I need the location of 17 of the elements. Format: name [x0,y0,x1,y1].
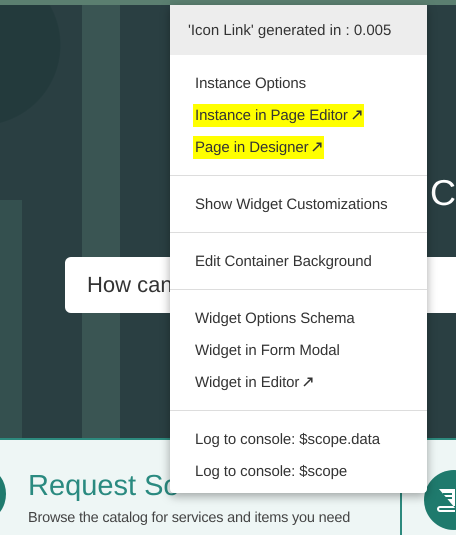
menu-item[interactable]: Instance Options [193,72,308,94]
menu-item[interactable]: Log to console: $scope [193,460,350,482]
arrow-icon [303,377,314,387]
menu-item[interactable]: Log to console: $scope.data [193,428,382,450]
menu-item[interactable]: Widget in Form Modal [193,338,342,362]
arrow-icon [352,110,362,120]
menu-item[interactable]: Widget in Editor [193,370,316,394]
menu-header: 'Icon Link' generated in : 0.005 [170,5,427,55]
book-icon [434,488,456,512]
hero-heading: C [430,171,456,215]
arrow-icon [312,142,322,152]
card-description: Browse the catalog for services and items you need [28,510,352,526]
menu-item[interactable]: Widget Options Schema [193,306,357,330]
menu-item[interactable]: Show Widget Customizations [193,192,390,216]
menu-item[interactable]: Edit Container Background [193,250,374,272]
menu-item[interactable]: Page in Designer [193,136,324,158]
menu-item[interactable]: Instance in Page Editor [193,104,364,126]
